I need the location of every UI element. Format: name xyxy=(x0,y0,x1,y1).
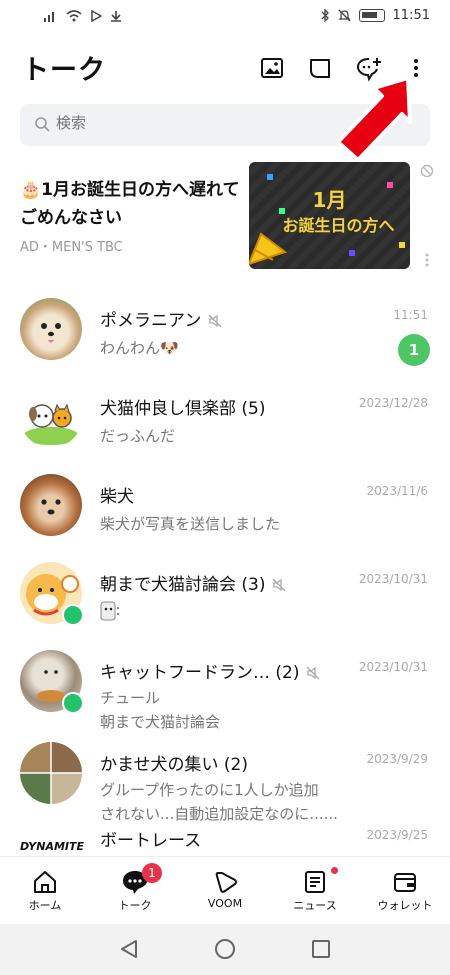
recents-icon[interactable] xyxy=(310,938,332,960)
chat-preview: チュール 朝まで犬猫討論会 xyxy=(100,686,220,734)
chat-name: 柴犬 xyxy=(100,487,134,507)
chat-item[interactable]: かませ犬の集い (2) グループ作ったのに1人しか追加 されない...自動追加設… xyxy=(0,734,450,826)
bell-muted-icon xyxy=(337,9,351,22)
mute-icon xyxy=(208,314,222,328)
chat-name: かませ犬の集い (2) xyxy=(100,755,248,775)
chat-preview: だっふんだ xyxy=(100,427,176,445)
chat-item[interactable]: キャットフードラン… (2) チュール 朝まで犬猫討論会 2023/10/31 xyxy=(0,642,450,734)
ad-image[interactable]: 1月 お誕生日の方へ xyxy=(249,162,410,269)
chat-preview: グループ作ったのに1人しか追加 されない...自動追加設定なのに...... xyxy=(100,778,338,826)
back-icon[interactable] xyxy=(118,938,140,960)
nav-home[interactable]: ホーム xyxy=(0,857,90,922)
dog-collage-avatar xyxy=(20,742,82,804)
chat-time: 11:51 xyxy=(393,308,428,322)
mute-icon xyxy=(307,666,320,680)
album-icon[interactable] xyxy=(258,54,286,82)
shiba-avatar xyxy=(41,499,61,515)
bottom-nav: ホーム 1 トーク VOOM ニュース ウォレット xyxy=(0,856,450,922)
chat-name: ボートレース xyxy=(100,831,202,851)
home-icon xyxy=(34,871,56,893)
chat-item[interactable]: 柴犬 柴犬が写真を送信しました 2023/11/6 xyxy=(0,466,450,554)
nav-talk[interactable]: 1 トーク xyxy=(90,857,180,922)
dog-cat-avatar xyxy=(23,403,79,445)
nav-label: ニュース xyxy=(293,899,337,912)
status-time: 11:51 xyxy=(392,8,430,23)
sticker-icon xyxy=(100,601,119,621)
chat-time: 2023/9/25 xyxy=(366,828,428,842)
unread-badge: 1 xyxy=(398,334,430,366)
ad-hide-icon[interactable] xyxy=(420,164,434,178)
avatar xyxy=(20,742,82,804)
nav-label: トーク xyxy=(118,899,152,912)
chat-name: 朝まで犬猫討論会 (3) xyxy=(100,570,287,595)
ad-sponsor: AD・MEN'S TBC xyxy=(20,240,123,255)
openchat-badge-icon xyxy=(62,692,84,714)
party-horn-icon xyxy=(249,232,288,266)
news-icon xyxy=(305,871,325,893)
bluetooth-icon xyxy=(321,9,329,22)
status-bar: 11:51 xyxy=(0,0,450,36)
chat-preview-line: チュール xyxy=(100,689,161,707)
home-circle-icon[interactable] xyxy=(214,938,236,960)
ad-banner-line1: 1月 xyxy=(312,188,347,212)
play-store-icon xyxy=(91,10,102,22)
avatar xyxy=(20,474,82,536)
red-arrow-annotation xyxy=(336,76,412,162)
chat-time: 2023/9/29 xyxy=(366,752,428,766)
chat-preview-line: 朝まで犬猫討論会 xyxy=(100,713,221,731)
mute-icon xyxy=(273,578,286,592)
chat-list: ポメラニアン わんわん🐶 11:51 1 犬猫仲良し倶楽部 (5) だっふんだ … xyxy=(0,290,450,914)
search-input[interactable] xyxy=(56,114,356,132)
chat-name: 犬猫仲良し倶楽部 (5) xyxy=(100,399,266,419)
news-dot-badge xyxy=(331,867,338,874)
chat-time: 2023/11/6 xyxy=(366,484,428,498)
voom-icon xyxy=(215,872,237,893)
chat-preview-line: グループ作ったのに1人しか追加 xyxy=(100,781,319,799)
search-icon xyxy=(35,117,50,132)
chat-preview-line: されない...自動追加設定なのに...... xyxy=(100,805,338,823)
nav-voom[interactable]: VOOM xyxy=(180,857,270,922)
chat-time: 2023/12/28 xyxy=(358,396,428,410)
wallet-icon xyxy=(394,873,416,892)
ad-more-icon[interactable] xyxy=(424,252,430,268)
wifi-icon xyxy=(66,10,82,22)
nav-label: ホーム xyxy=(28,899,62,912)
pomeranian-avatar xyxy=(41,323,61,343)
chat-name: ポメラニアン xyxy=(100,306,223,331)
avatar xyxy=(20,386,82,448)
chat-item[interactable]: 朝まで犬猫討論会 (3) 2023/10/31 xyxy=(0,554,450,642)
chat-item[interactable]: 犬猫仲良し倶楽部 (5) だっふんだ 2023/12/28 xyxy=(0,378,450,466)
openchat-badge-icon xyxy=(62,604,84,626)
ad-title: 🎂1月お誕生日の方へ遅れてごめんなさい xyxy=(20,180,240,228)
signal-icon xyxy=(44,12,54,22)
talk-unread-badge: 1 xyxy=(142,863,162,883)
download-icon xyxy=(111,11,121,22)
chat-time: 2023/10/31 xyxy=(358,572,428,586)
page-title: トーク xyxy=(22,55,106,86)
chat-preview: 柴犬が写真を送信しました xyxy=(100,515,281,533)
chat-time: 2023/10/31 xyxy=(358,660,428,674)
nav-news[interactable]: ニュース xyxy=(270,857,360,922)
chat-name: キャットフードラン… (2) xyxy=(100,658,321,683)
nav-label: VOOM xyxy=(207,897,243,910)
chat-preview: わんわん🐶 xyxy=(100,339,179,357)
nav-label: ウォレット xyxy=(377,899,433,912)
system-nav-bar xyxy=(0,924,450,975)
ad-banner[interactable]: 🎂1月お誕生日の方へ遅れてごめんなさい AD・MEN'S TBC 1月 お誕生日… xyxy=(0,160,450,278)
avatar xyxy=(20,298,82,360)
nav-wallet[interactable]: ウォレット xyxy=(360,857,450,922)
chat-preview xyxy=(100,600,120,629)
battery-icon xyxy=(358,9,385,22)
chat-item[interactable]: ポメラニアン わんわん🐶 11:51 1 xyxy=(0,290,450,378)
